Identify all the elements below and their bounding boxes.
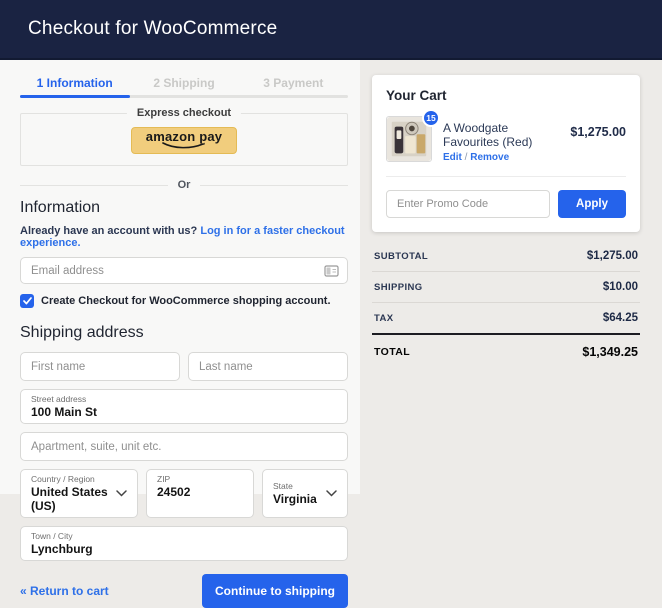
create-account-checkbox[interactable] [20,294,34,308]
first-name-field[interactable] [31,361,169,373]
country-select[interactable]: Country / Region United States (US) [20,469,138,518]
state-label: State [273,481,317,491]
amazon-pay-button[interactable]: amazon pay [131,127,237,154]
page-title: Checkout for WooCommerce [28,18,277,40]
street-address-label: Street address [31,394,337,404]
shipping-row: SHIPPING $10.00 [372,272,640,303]
first-name-wrap [20,352,180,381]
email-field-wrap [20,257,348,284]
subtotal-label: SUBTOTAL [374,251,428,262]
name-row [20,342,348,381]
town-city-label: Town / City [31,531,337,541]
subtotal-row: SUBTOTAL $1,275.00 [372,241,640,272]
steps-progress-track [20,95,348,98]
express-checkout-box: Express checkout amazon pay [20,113,348,166]
create-account-row[interactable]: Create Checkout for WooCommerce shopping… [20,294,348,308]
shipping-label: SHIPPING [374,282,423,293]
autofill-contact-icon[interactable] [324,265,339,277]
last-name-field[interactable] [199,361,337,373]
country-value: United States (US) [31,485,112,513]
cart-item-row: 15 A Woodgate Favourites (Red) Edit / Re… [386,116,626,163]
zip-field[interactable]: ZIP 24502 [146,469,254,518]
street-address-value: 100 Main St [31,405,337,419]
region-row: Country / Region United States (US) ZIP … [20,461,348,518]
form-footer: « Return to cart Continue to shipping [20,574,348,608]
amazon-smile-icon [161,142,207,149]
account-prompt-line: Already have an account with us? Log in … [20,225,348,249]
step-shipping[interactable]: 2 Shipping [129,70,238,95]
shipping-value: $10.00 [603,281,638,293]
information-heading: Information [20,199,348,217]
cart-heading: Your Cart [386,88,626,103]
quantity-badge: 15 [422,109,440,127]
apartment-field[interactable] [31,441,337,453]
town-city-value: Lynchburg [31,542,337,556]
order-summary-panel: Your Cart 15 A Wood [360,60,662,494]
step-information[interactable]: 1 Information [20,70,129,95]
country-label: Country / Region [31,474,112,484]
email-field[interactable] [31,265,337,277]
continue-to-shipping-button[interactable]: Continue to shipping [202,574,348,608]
product-info: A Woodgate Favourites (Red) Edit / Remov… [443,116,559,163]
cart-card: Your Cart 15 A Wood [372,75,640,232]
promo-row: Apply [386,190,626,218]
total-label: TOTAL [374,346,410,358]
or-divider: Or [20,179,348,191]
total-value: $1,349.25 [582,345,638,359]
total-row: TOTAL $1,349.25 [372,335,640,368]
return-to-cart-link[interactable]: « Return to cart [20,584,109,598]
product-links: Edit / Remove [443,152,559,163]
product-price: $1,275.00 [570,116,626,163]
checkmark-icon [23,297,32,305]
state-value: Virginia [273,492,317,506]
totals-section: SUBTOTAL $1,275.00 SHIPPING $10.00 TAX $… [372,241,640,368]
or-text: Or [178,179,191,191]
street-address-field[interactable]: Street address 100 Main St [20,389,348,424]
checkout-steps: 1 Information 2 Shipping 3 Payment [20,70,348,95]
tax-label: TAX [374,313,394,324]
express-checkout-label: Express checkout [127,107,241,119]
town-city-field[interactable]: Town / City Lynchburg [20,526,348,561]
account-prompt-text: Already have an account with us? [20,225,197,237]
zip-value: 24502 [157,485,243,499]
main-layout: 1 Information 2 Shipping 3 Payment Expre… [0,60,662,494]
create-account-label: Create Checkout for WooCommerce shopping… [41,295,331,307]
apartment-wrap [20,432,348,461]
app-header: Checkout for WooCommerce [0,0,662,60]
card-divider [386,176,626,177]
subtotal-value: $1,275.00 [587,250,638,262]
edit-link[interactable]: Edit [443,152,462,163]
tax-row: TAX $64.25 [372,303,640,335]
product-name: A Woodgate Favourites (Red) [443,121,559,149]
tax-value: $64.25 [603,312,638,324]
state-select[interactable]: State Virginia [262,469,348,518]
apply-promo-button[interactable]: Apply [558,190,626,218]
remove-link[interactable]: Remove [470,152,509,163]
shipping-heading: Shipping address [20,324,348,342]
last-name-wrap [188,352,348,381]
step-payment[interactable]: 3 Payment [239,70,348,95]
zip-label: ZIP [157,474,243,484]
checkout-form-panel: 1 Information 2 Shipping 3 Payment Expre… [0,60,360,494]
promo-code-input[interactable] [386,190,550,218]
product-thumbnail-wrap: 15 [386,116,432,162]
steps-progress-active [20,95,130,98]
